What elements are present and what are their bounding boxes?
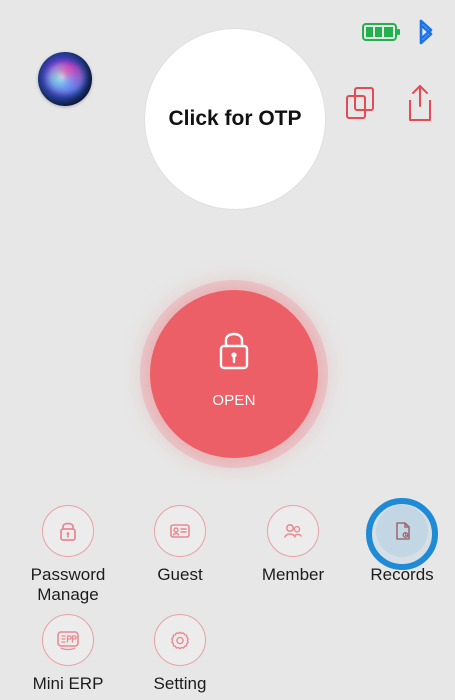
copy-icon[interactable] [341,82,381,126]
users-icon [284,524,302,538]
otp-button[interactable]: Click for OTP [145,29,325,209]
open-door-button[interactable]: OPEN [150,290,318,458]
erp-icon [57,631,79,651]
menu-icon-records [376,505,428,557]
menu-icon-mini-erp [42,614,94,666]
menu-item-member[interactable]: Member [251,505,335,585]
menu-label-mini-erp: Mini ERP [32,674,104,693]
menu-icon-setting [154,614,206,666]
otp-label: Click for OTP [168,107,302,130]
menu-label-setting: Setting [153,674,207,693]
lock-icon [60,522,76,541]
menu-icon-member [267,505,319,557]
menu-item-setting[interactable]: Setting [138,614,222,694]
menu-icon-password-manage [42,505,94,557]
menu-label-records: Records [370,565,434,584]
menu-item-guest[interactable]: Guest [138,505,222,585]
gear-icon [171,631,189,650]
menu-label-member: Member [261,565,325,584]
menu-item-password-manage[interactable]: Password Manage [26,505,110,605]
open-label: OPEN [212,391,256,409]
menu-label-guest: Guest [157,565,203,584]
bluetooth-icon [419,19,433,45]
menu-item-mini-erp[interactable]: Mini ERP [26,614,110,694]
records-icon [396,522,410,540]
lock-icon [219,332,249,369]
menu-item-records[interactable]: Records [357,505,447,585]
id-card-icon [170,524,190,538]
menu-icon-guest [154,505,206,557]
siri-button[interactable] [38,52,92,106]
menu-label-password-manage: Password Manage [30,565,106,604]
share-icon[interactable] [400,82,440,126]
battery-icon [362,23,400,41]
app-screen: Click for OTP OPEN Password Manage Guest… [0,0,455,700]
